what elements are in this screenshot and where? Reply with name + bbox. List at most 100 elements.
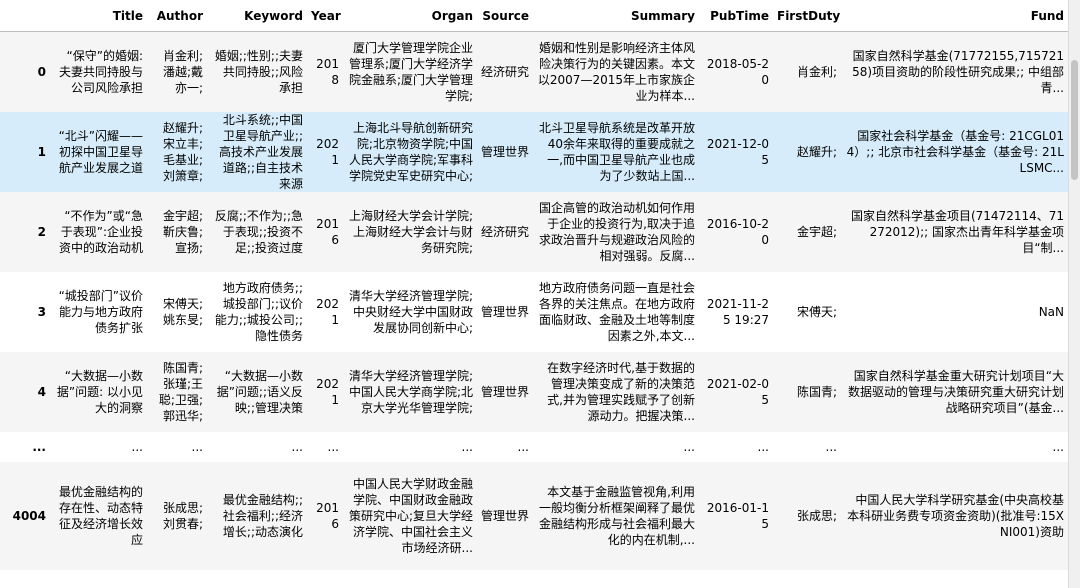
cell-source: 管理世界: [477, 462, 533, 570]
cell-title-text: “北斗”闪耀——初探中国卫星导航产业发展之道: [58, 128, 143, 175]
cell-pubtime: 2018-05-20: [706, 56, 769, 87]
cell-keyword: 婚姻;;性别;;夫妻共同持股;;风险承担: [207, 32, 307, 112]
cell-fund-text: 中国人民大学科学研究基金(中央高校基本科研业务费专项资金资助)(批准号:15XN…: [847, 492, 1064, 539]
cell-summary: 北斗卫星导航系统是改革开放40余年来取得的重要成就之一,而中国卫星导航产业也成为…: [533, 112, 699, 192]
cell-pubtime: 2016-01-15: [706, 500, 769, 531]
row-index: 3: [37, 304, 46, 319]
cell-organ: 清华大学经济管理学院;中央财经大学中国财政发展协同创新中心;: [343, 272, 477, 352]
cell-summary-text: 婚姻和性别是影响经济主体风险决策行为的关键因素。本文以2007—2015年上市家…: [537, 40, 695, 103]
cell-fund-text: 国家自然科学基金(71772155,71572158)项目资助的阶段性研究成果;…: [852, 48, 1064, 95]
ellipsis-row: ... ... ... ... ... ... ... ... ... ... …: [0, 431, 1068, 462]
cell-fund-text: 国家社会科学基金（基金号: 21CGL014）;; 北京市社会科学基金（基金号:…: [846, 128, 1064, 175]
cell-source-text: 管理世界: [481, 384, 529, 399]
header-keyword: Keyword: [207, 0, 307, 32]
cell-source-text: 管理世界: [481, 508, 529, 523]
cell-author-text: 赵耀升;宋立丰;毛基业;刘箫章;: [162, 120, 203, 183]
cell-keyword-text: 婚姻;;性别;;夫妻共同持股;;风险承担: [214, 48, 303, 95]
cell-fund: 中国人民大学科学研究基金(中央高校基本科研业务费专项资金资助)(批准号:15XN…: [841, 462, 1068, 570]
cell-fund: 国家自然科学基金重大研究计划项目“大数据驱动的管理与决策研究重大研究计划战略研究…: [841, 352, 1068, 432]
cell-fund: ...: [1052, 439, 1064, 454]
cell-organ-text: 清华大学经济管理学院;中央财经大学中国财政发展协同创新中心;: [348, 288, 473, 335]
table-row: 1 “北斗”闪耀——初探中国卫星导航产业发展之道 赵耀升;宋立丰;毛基业;刘箫章…: [0, 111, 1068, 192]
header-title: Title: [50, 0, 147, 32]
cell-title: “北斗”闪耀——初探中国卫星导航产业发展之道: [50, 112, 147, 192]
header-row: Title Author Keyword Year Organ Source S…: [0, 0, 1068, 32]
cell-year: 2021: [316, 296, 339, 327]
cell-author-text: 金宇超;靳庆鲁;宣扬;: [162, 208, 203, 255]
cell-organ: 上海北斗导航创新研究院;北京物资学院;中国人民大学商学院;军事科学院党史军史研究…: [343, 112, 477, 192]
cell-summary-text: 地方政府债务问题一直是社会各界的关注焦点。在地方政府面临财政、金融及土地等制度因…: [538, 280, 695, 343]
cell-source-text: 经济研究: [481, 224, 529, 239]
cell-fund: 国家社会科学基金（基金号: 21CGL014）;; 北京市社会科学基金（基金号:…: [841, 112, 1068, 192]
cell-firstduty: 陈国青;: [796, 384, 837, 399]
cell-year: 2021: [316, 136, 339, 167]
cell-firstduty: 宋傅天;: [796, 304, 837, 319]
cell-year: 2016: [316, 500, 339, 531]
cell-fund: NaN: [841, 272, 1068, 352]
cell-author: 肖金利;潘越;戴亦一;: [147, 32, 207, 112]
cell-source: 管理世界: [477, 112, 533, 192]
cell-organ: 厦门大学管理学院企业管理系;厦门大学经济学院金融系;厦门大学管理学院;: [343, 32, 477, 112]
cell-organ: 上海财经大学会计学院;上海财经大学会计与财务研究院;: [343, 192, 477, 272]
cell-title: “城投部门”议价能力与地方政府债务扩张: [50, 272, 147, 352]
cell-organ-text: 中国人民大学财政金融学院、中国财政金融政策研究中心;复旦大学经济学院、中国社会主…: [348, 476, 473, 555]
cell-summary: 婚姻和性别是影响经济主体风险决策行为的关键因素。本文以2007—2015年上市家…: [533, 32, 699, 112]
cell-title-text: “保守”的婚姻: 夫妻共同持股与公司风险承担: [58, 48, 143, 95]
header-year: Year: [307, 0, 343, 32]
cell-firstduty: 金宇超;: [796, 224, 837, 239]
cell-organ-text: 清华大学经济管理学院;中国人民大学商学院;北京大学光华管理学院;: [348, 368, 473, 415]
cell-author-text: 宋傅天;姚东旻;: [162, 296, 203, 327]
cell-pubtime: ...: [757, 439, 769, 454]
cell-source: 管理世界: [477, 352, 533, 432]
table-row: 2 “不作为”或“急于表现”:企业投资中的政治动机 金宇超;靳庆鲁;宣扬; 反腐…: [0, 191, 1068, 272]
header-firstduty: FirstDuty: [773, 0, 841, 32]
cell-keyword: 北斗系统;;中国卫星导航产业;;高技术产业发展道路;;自主技术来源: [207, 112, 307, 192]
cell-source-text: 管理世界: [481, 304, 529, 319]
cell-keyword-text: 反腐;;不作为;;急于表现;;投资不足;;投资过度: [214, 208, 303, 255]
cell-summary: 地方政府债务问题一直是社会各界的关注焦点。在地方政府面临财政、金融及土地等制度因…: [533, 272, 699, 352]
table-row: 3 “城投部门”议价能力与地方政府债务扩张 宋傅天;姚东旻; 地方政府债务;;城…: [0, 271, 1068, 352]
cell-author: 赵耀升;宋立丰;毛基业;刘箫章;: [147, 112, 207, 192]
cell-keyword: 地方政府债务;;城投部门;;议价能力;;城投公司;;隐性债务: [207, 272, 307, 352]
cell-keyword: ...: [291, 439, 303, 454]
scrollbar-thumb[interactable]: [1071, 60, 1078, 180]
cell-summary: ...: [683, 439, 695, 454]
cell-organ: 清华大学经济管理学院;中国人民大学商学院;北京大学光华管理学院;: [343, 352, 477, 432]
cell-source: ...: [517, 439, 529, 454]
cell-source-text: 管理世界: [481, 144, 529, 159]
cell-author: 金宇超;靳庆鲁;宣扬;: [147, 192, 207, 272]
cell-author-text: 陈国青;张瑾;王聪;卫强;郭迅华;: [158, 360, 203, 423]
cell-title-text: “大数据—小数据”问题: 以小见大的洞察: [56, 368, 143, 415]
cell-source: 管理世界: [477, 272, 533, 352]
cell-author-text: 张成思;刘贯春;: [162, 500, 203, 531]
cell-year: ...: [327, 439, 339, 454]
row-index: 2: [37, 224, 46, 239]
cell-source: 经济研究: [477, 32, 533, 112]
header-fund: Fund: [841, 0, 1068, 32]
cell-keyword: “大数据—小数据”问题;;语义反映;;管理决策: [207, 352, 307, 432]
cell-keyword-text: 最优金融结构;;社会福利;;经济增长;;动态演化: [222, 492, 303, 539]
cell-keyword-text: 地方政府债务;;城投部门;;议价能力;;城投公司;;隐性债务: [214, 280, 303, 343]
cell-source: 经济研究: [477, 192, 533, 272]
cell-source-text: 经济研究: [481, 64, 529, 79]
table-row: 0 “保守”的婚姻: 夫妻共同持股与公司风险承担 肖金利;潘越;戴亦一; 婚姻;…: [0, 31, 1068, 112]
cell-summary-text: 本文基于金融监管视角,利用一般均衡分析框架阐释了最优金融结构形成与社会福利最大化…: [538, 484, 695, 547]
cell-title-text: “城投部门”议价能力与地方政府债务扩张: [58, 288, 143, 335]
row-index: 4004: [12, 508, 46, 523]
vertical-scrollbar[interactable]: [1068, 0, 1080, 588]
row-index: ...: [32, 439, 46, 454]
header-author: Author: [147, 0, 207, 32]
cell-year: 2018: [316, 56, 339, 87]
cell-title: “不作为”或“急于表现”:企业投资中的政治动机: [50, 192, 147, 272]
cell-summary-text: 在数字经济时代,基于数据的管理决策变成了新的决策范式,并为管理实践赋予了创新源动…: [547, 360, 695, 423]
cell-keyword-text: 北斗系统;;中国卫星导航产业;;高技术产业发展道路;;自主技术来源: [218, 112, 303, 191]
cell-fund: 国家自然科学基金项目(71472114、71272012);; 国家杰出青年科学…: [841, 192, 1068, 272]
cell-fund-text: NaN: [1038, 304, 1064, 319]
cell-pubtime: 2016-10-20: [706, 216, 769, 247]
cell-title-text: “不作为”或“急于表现”:企业投资中的政治动机: [58, 208, 143, 255]
header-pubtime: PubTime: [699, 0, 773, 32]
cell-author: 陈国青;张瑾;王聪;卫强;郭迅华;: [147, 352, 207, 432]
cell-title: “大数据—小数据”问题: 以小见大的洞察: [50, 352, 147, 432]
table-row: 4 “大数据—小数据”问题: 以小见大的洞察 陈国青;张瑾;王聪;卫强;郭迅华;…: [0, 351, 1068, 432]
cell-summary-text: 国企高管的政治动机如何作用于企业的投资行为,取决于追求政治晋升与规避政治风险的相…: [538, 200, 695, 263]
